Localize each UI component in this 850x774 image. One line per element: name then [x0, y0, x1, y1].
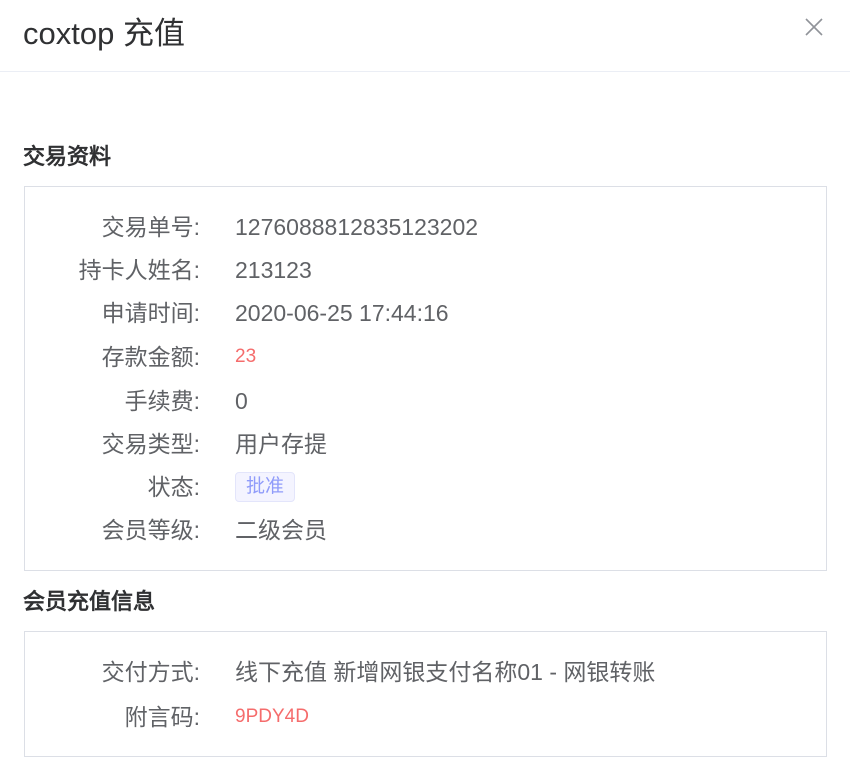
postscript-code-value: 9PDY4D — [235, 706, 309, 727]
status-badge: 批准 — [235, 472, 296, 502]
apply-time-row: 申请时间: 2020-06-25 17:44:16 — [25, 293, 826, 333]
member-level-label: 会员等级: — [101, 517, 200, 543]
payment-method-row: 交付方式: 线下充值 新增网银支付名称01 - 网银转账 — [25, 652, 826, 692]
apply-time-label: 申请时间: — [101, 300, 200, 326]
payment-method-label: 交付方式: — [101, 659, 200, 685]
deposit-amount-row: 存款金额: 23 — [25, 337, 826, 377]
transaction-id-row: 交易单号: 1276088812835123202 — [25, 207, 826, 247]
cardholder-label: 持卡人姓名: — [78, 257, 200, 283]
close-icon[interactable] — [803, 16, 825, 38]
member-recharge-panel: 交付方式: 线下充值 新增网银支付名称01 - 网银转账 附言码: 9PDY4D — [24, 631, 827, 757]
deposit-amount-value: 23 — [235, 346, 257, 367]
fee-value: 0 — [235, 388, 248, 414]
fee-row: 手续费: 0 — [25, 381, 826, 421]
transaction-section-title: 交易资料 — [23, 144, 112, 169]
status-label: 状态: — [147, 474, 200, 500]
deposit-amount-label: 存款金额: — [101, 344, 200, 370]
dialog-title: coxtop 充值 — [23, 16, 185, 51]
cardholder-value: 213123 — [235, 257, 312, 283]
member-level-row: 会员等级: 二级会员 — [25, 510, 826, 550]
cardholder-row: 持卡人姓名: 213123 — [25, 250, 826, 290]
status-row: 状态: 批准 — [25, 467, 826, 507]
payment-method-value: 线下充值 新增网银支付名称01 - 网银转账 — [235, 659, 656, 685]
dialog-header: coxtop 充值 — [0, 0, 850, 72]
transaction-type-row: 交易类型: 用户存提 — [25, 424, 826, 464]
member-recharge-section-title: 会员充值信息 — [23, 589, 156, 614]
fee-label: 手续费: — [124, 388, 200, 414]
transaction-id-label: 交易单号: — [101, 214, 200, 240]
member-level-value: 二级会员 — [235, 517, 327, 543]
apply-time-value: 2020-06-25 17:44:16 — [235, 300, 449, 326]
transaction-type-label: 交易类型: — [101, 431, 200, 457]
transaction-details-panel: 交易单号: 1276088812835123202 持卡人姓名: 213123 … — [24, 186, 827, 571]
postscript-code-label: 附言码: — [124, 704, 200, 730]
transaction-type-value: 用户存提 — [235, 431, 327, 457]
postscript-code-row: 附言码: 9PDY4D — [25, 697, 826, 737]
transaction-id-value: 1276088812835123202 — [235, 214, 479, 240]
